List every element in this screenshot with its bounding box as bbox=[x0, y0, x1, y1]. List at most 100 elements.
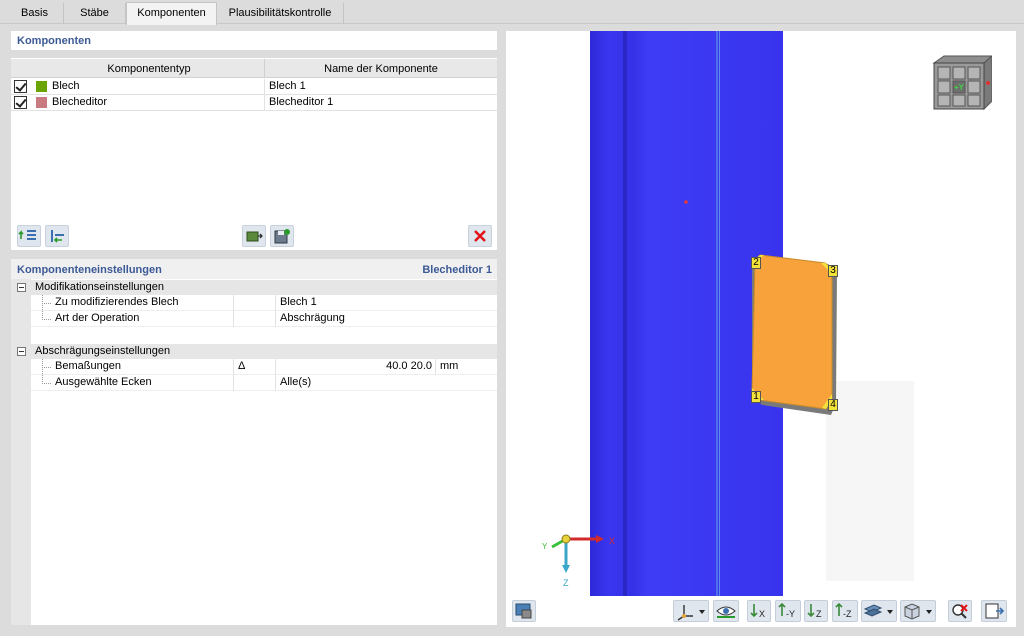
axes-dropdown-button[interactable] bbox=[673, 600, 709, 622]
property-label: Zu modifizierendes Blech bbox=[55, 296, 179, 308]
collapse-icon[interactable] bbox=[17, 347, 26, 356]
component-row[interactable]: Blech Blech 1 bbox=[11, 79, 497, 95]
box-view-dropdown[interactable] bbox=[900, 600, 936, 622]
components-title: Komponenten bbox=[17, 35, 91, 47]
delete-icon bbox=[474, 230, 486, 242]
tree-branch bbox=[42, 303, 51, 304]
component-row[interactable]: Blecheditor Blecheditor 1 bbox=[11, 95, 497, 111]
cell-divider bbox=[264, 79, 265, 95]
zoom-reset-button[interactable] bbox=[948, 600, 972, 622]
box-view-icon bbox=[904, 603, 932, 620]
collapse-icon[interactable] bbox=[17, 283, 26, 292]
view-button[interactable] bbox=[713, 600, 739, 622]
render-settings-icon bbox=[515, 603, 532, 619]
property-value[interactable]: Blech 1 bbox=[280, 295, 317, 310]
view-x-icon: X bbox=[750, 604, 765, 619]
export-button[interactable] bbox=[981, 600, 1007, 622]
property-row[interactable]: Zu modifizierendes Blech Blech 1 bbox=[31, 295, 497, 311]
axis-triad-icon bbox=[551, 534, 604, 573]
cell-divider bbox=[435, 359, 436, 375]
group-modification[interactable]: Modifikationseinstellungen bbox=[11, 280, 497, 295]
view-z-icon: Z bbox=[807, 604, 822, 619]
property-value[interactable]: Abschrägung bbox=[280, 311, 345, 326]
move-up-button[interactable] bbox=[17, 225, 41, 247]
beam-edge bbox=[623, 31, 627, 597]
tab-komponenten[interactable]: Komponenten bbox=[126, 2, 217, 25]
svg-text:-Z: -Z bbox=[843, 609, 852, 619]
import-component-button[interactable] bbox=[242, 225, 266, 247]
model-3d-scene bbox=[590, 31, 914, 597]
column-header-name[interactable]: Name der Komponente bbox=[265, 61, 497, 77]
component-type: Blecheditor bbox=[52, 96, 108, 108]
beam-edge bbox=[716, 31, 718, 597]
group-label: Abschrägungseinstellungen bbox=[35, 345, 171, 357]
row-checkbox[interactable] bbox=[14, 80, 27, 93]
delete-component-button[interactable] bbox=[468, 225, 492, 247]
settings-gutter bbox=[11, 279, 31, 625]
view-minus-y-icon: -Y bbox=[778, 602, 795, 619]
cell-divider bbox=[275, 295, 276, 311]
svg-text:X: X bbox=[759, 609, 765, 619]
svg-text:-Y: -Y bbox=[786, 609, 795, 619]
group-chamfer[interactable]: Abschrägungseinstellungen bbox=[11, 344, 497, 359]
tab-plausibilitaetskontrolle[interactable]: Plausibilitätskontrolle bbox=[217, 3, 344, 24]
tree-branch bbox=[42, 367, 51, 368]
beam-edge bbox=[719, 31, 720, 597]
component-type: Blech bbox=[52, 80, 80, 92]
property-value[interactable]: Alle(s) bbox=[280, 375, 311, 390]
view-cube-icon bbox=[932, 54, 994, 111]
group-label: Modifikationseinstellungen bbox=[35, 281, 165, 293]
view-icon bbox=[716, 606, 736, 618]
components-grid-header: Komponententyp Name der Komponente bbox=[11, 59, 497, 78]
view-minus-z-icon: -Z bbox=[835, 602, 852, 619]
axes-icon bbox=[677, 605, 705, 621]
display-mode-dropdown[interactable] bbox=[861, 600, 897, 622]
view-minus-z-button[interactable]: -Z bbox=[832, 600, 858, 622]
render-settings-button[interactable] bbox=[512, 600, 536, 622]
property-row[interactable]: Art der Operation Abschrägung bbox=[31, 311, 497, 327]
shadow-area bbox=[826, 381, 914, 581]
settings-current-component: Blecheditor 1 bbox=[422, 264, 492, 276]
svg-text:Z: Z bbox=[816, 609, 822, 619]
component-name[interactable]: Blech 1 bbox=[269, 79, 306, 94]
corner-label: 1 bbox=[751, 391, 761, 403]
axis-label-y: Y bbox=[542, 542, 548, 551]
save-icon bbox=[274, 229, 290, 244]
settings-panel: Komponenteneinstellungen Blecheditor 1 M… bbox=[11, 259, 497, 625]
cell-divider bbox=[264, 95, 265, 111]
axis-label-z: Z bbox=[563, 578, 569, 588]
property-value[interactable]: 40.0 20.0 bbox=[276, 359, 432, 374]
save-component-button[interactable] bbox=[270, 225, 294, 247]
tab-basis[interactable]: Basis bbox=[6, 3, 64, 24]
tab-staebe[interactable]: Stäbe bbox=[64, 3, 126, 24]
property-row[interactable]: Ausgewählte Ecken Alle(s) bbox=[31, 375, 497, 391]
export-icon bbox=[985, 603, 1005, 619]
steel-plate[interactable] bbox=[751, 254, 833, 410]
cell-divider bbox=[233, 311, 234, 327]
cell-divider bbox=[233, 375, 234, 391]
components-panel: Komponenten Komponententyp Name der Komp… bbox=[11, 31, 497, 250]
list-down-icon bbox=[51, 230, 64, 243]
row-checkbox[interactable] bbox=[14, 96, 27, 109]
property-label: Bemaßungen bbox=[55, 360, 122, 372]
node-point[interactable] bbox=[684, 200, 688, 204]
tab-bar: Basis Stäbe Komponenten Plausibilitätsko… bbox=[0, 0, 1024, 25]
tree-branch bbox=[42, 319, 51, 320]
corner-label: 4 bbox=[828, 399, 838, 411]
model-viewport[interactable]: 2 3 1 4 +Y X Y Z bbox=[506, 31, 1016, 627]
display-mode-icon bbox=[863, 604, 893, 617]
list-up-icon bbox=[18, 230, 36, 240]
view-z-button[interactable]: Z bbox=[804, 600, 828, 622]
component-name[interactable]: Blecheditor 1 bbox=[269, 95, 333, 110]
tree-branch bbox=[42, 383, 51, 384]
view-cube[interactable]: +Y bbox=[930, 53, 994, 111]
cell-divider bbox=[233, 359, 234, 375]
cell-divider bbox=[275, 375, 276, 391]
move-down-button[interactable] bbox=[45, 225, 69, 247]
column-header-type[interactable]: Komponententyp bbox=[33, 61, 265, 77]
corner-label: 3 bbox=[828, 265, 838, 277]
cell-divider bbox=[275, 311, 276, 327]
view-minus-y-button[interactable]: -Y bbox=[775, 600, 801, 622]
property-row[interactable]: Bemaßungen Δ 40.0 20.0 mm bbox=[31, 359, 497, 375]
view-x-button[interactable]: X bbox=[747, 600, 771, 622]
